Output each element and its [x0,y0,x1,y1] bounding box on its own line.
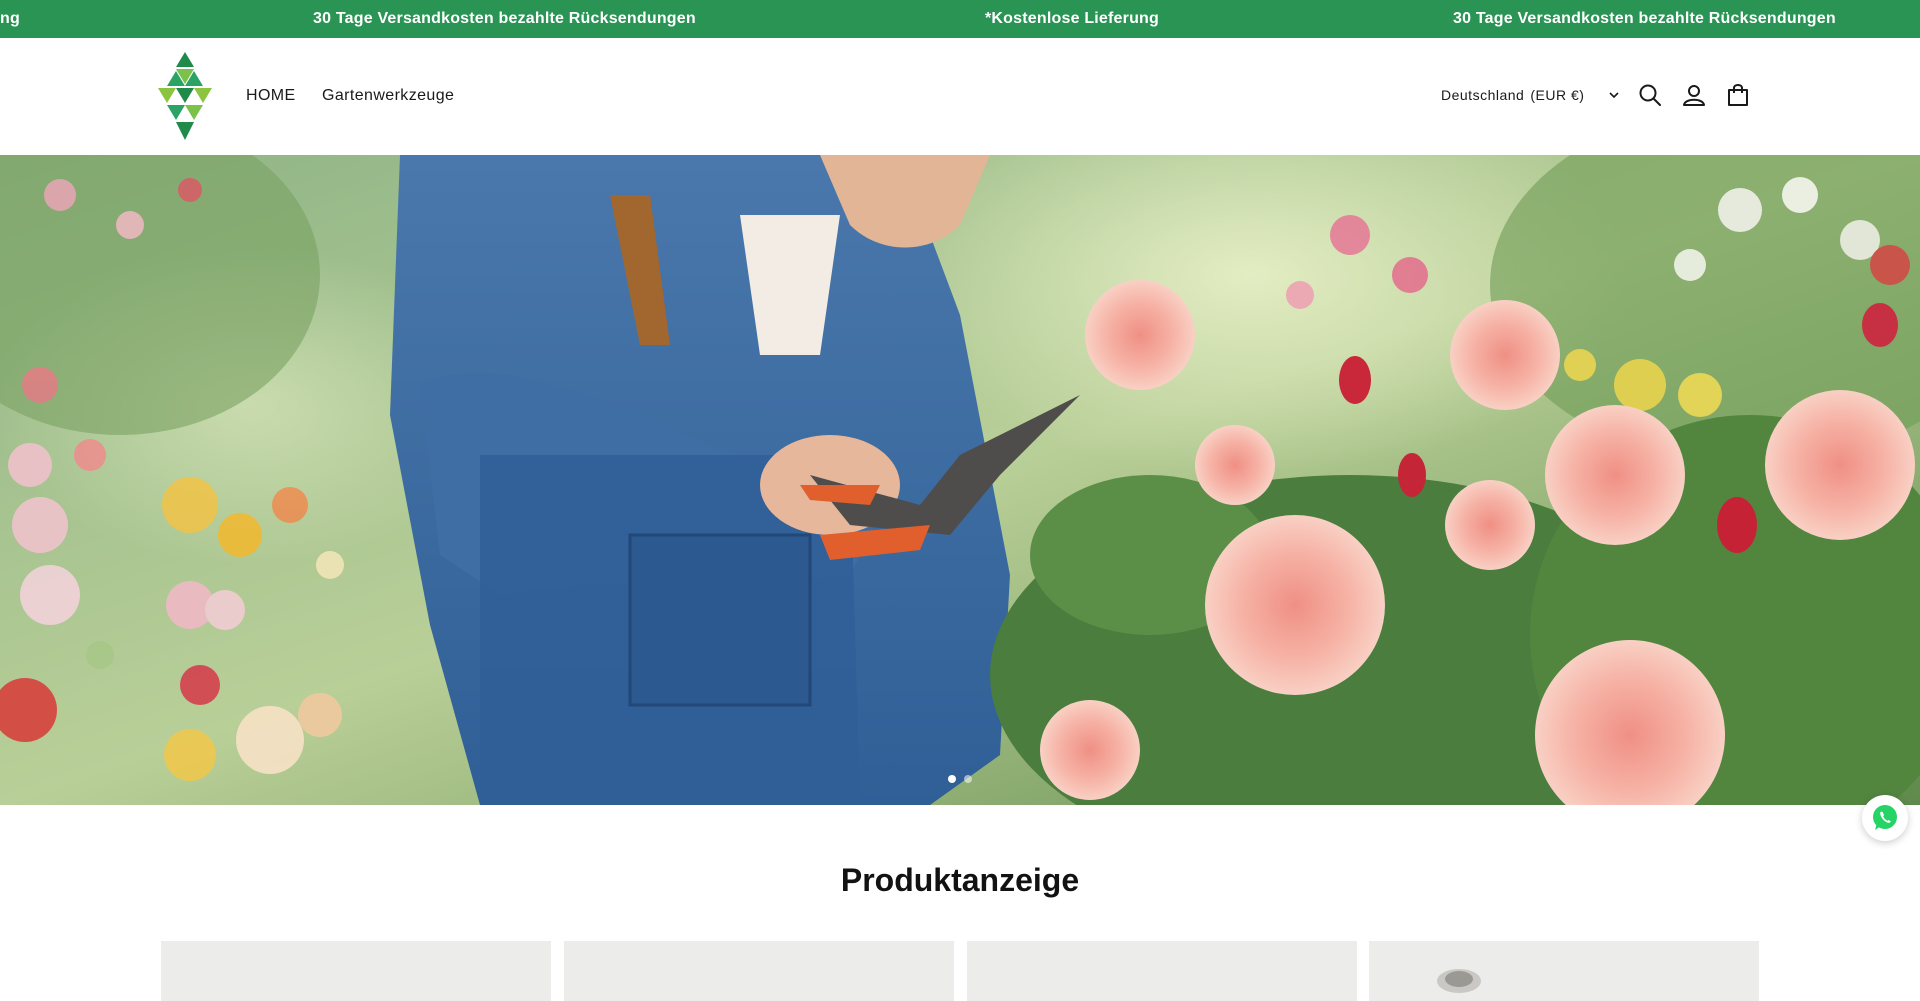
chevron-down-icon [1609,92,1619,99]
country-label: Deutschland [1441,87,1525,103]
search-icon[interactable] [1637,82,1663,108]
announcement-message: ng [0,10,20,27]
hero-banner[interactable] [0,155,1920,805]
account-icon[interactable] [1681,82,1707,108]
nav-gartenwerkzeuge[interactable]: Gartenwerkzeuge [322,87,454,105]
product-card[interactable] [1369,941,1759,1001]
section-title: Produktanzeige [840,862,1080,898]
site-header: HOME Gartenwerkzeuge Deutschland (EUR €) [0,38,1920,155]
product-card[interactable] [161,941,551,1001]
slide-pagination [948,775,972,783]
product-thumbnail [1437,969,1481,993]
whatsapp-icon [1873,805,1897,830]
country-selector[interactable]: Deutschland (EUR €) [1441,87,1620,103]
announcement-bar: ng 30 Tage Versandkosten bezahlte Rückse… [0,0,1920,38]
announcement-message: 30 Tage Versandkosten bezahlte Rücksendu… [1453,10,1836,27]
product-card[interactable] [564,941,954,1001]
cart-icon[interactable] [1725,82,1751,108]
nav-home[interactable]: HOME [246,87,296,105]
whatsapp-button[interactable] [1862,795,1908,841]
product-card[interactable] [967,941,1357,1001]
logo-icon[interactable] [158,52,212,142]
announcement-message: *Kostenlose Lieferung [985,10,1160,27]
slide-dot[interactable] [948,775,956,783]
hero-image [0,155,1920,805]
currency-label: (EUR €) [1530,87,1585,103]
slide-dot[interactable] [964,775,972,783]
announcement-message: 30 Tage Versandkosten bezahlte Rücksendu… [313,10,696,27]
